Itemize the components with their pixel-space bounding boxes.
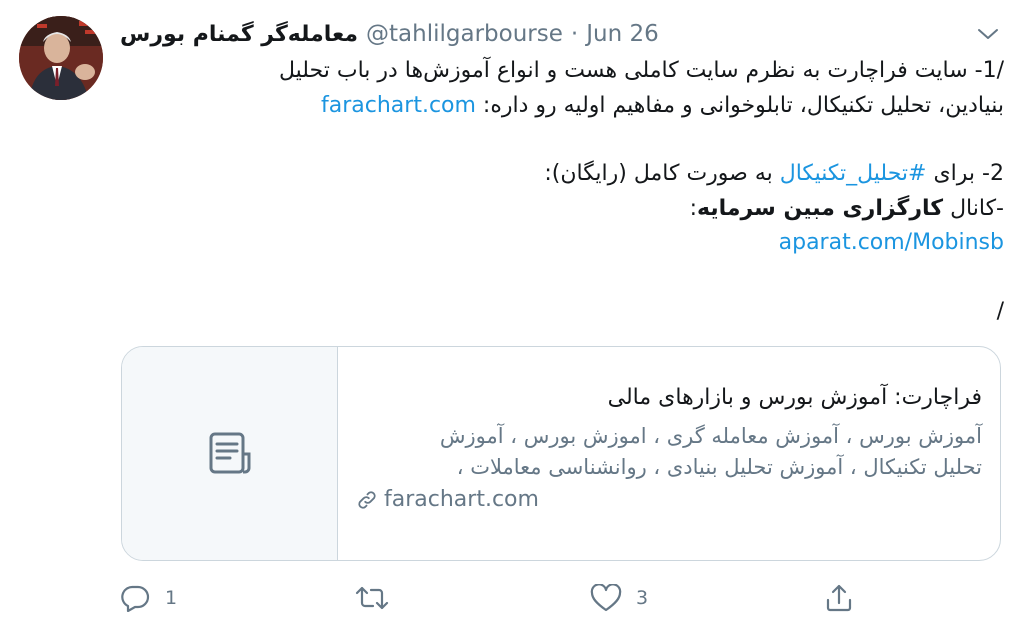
tweet-line: /	[996, 298, 1004, 324]
tweet-line-text: -کانال	[943, 195, 1004, 221]
tweet-line-text: 2- برای	[926, 161, 1004, 186]
document-icon	[209, 432, 250, 473]
tweet-line-text: بنیادین، تحلیل تکنیکال، تابلوخوانی و مفا…	[475, 92, 1004, 118]
author-display-name[interactable]: معامله‌گر گمنام بورس	[120, 22, 358, 47]
hashtag-link[interactable]: #تحلیل_تکنیکال	[780, 161, 927, 186]
reply-icon	[121, 585, 150, 612]
bold-text: کارگزاری مبین سرمایه	[697, 195, 944, 221]
card-description: آموزش بورس ، آموزش معامله گری ، اموزش بو…	[356, 421, 982, 483]
action-bar: 1 3	[0, 580, 1024, 616]
aparat-link[interactable]: aparat.com/Mobinsb	[779, 230, 1004, 255]
tweet-text: /1- سایت فراچارت به نظرم سایت کاملی هست …	[120, 54, 1004, 329]
tweet-line: aparat.com/Mobinsb	[120, 226, 1004, 261]
card-description-line: آموزش بورس ، آموزش معامله گری ، اموزش بو…	[439, 424, 982, 448]
card-media	[122, 347, 338, 560]
card-text: فراچارت: آموزش بورس و بازارهای مالی آموز…	[338, 347, 1000, 560]
reply-count: 1	[165, 587, 178, 609]
tweet-line: -کانال کارگزاری مبین سرمایه:	[120, 192, 1004, 227]
share-icon	[826, 584, 852, 612]
author-handle[interactable]: @tahlilgarbourse	[366, 21, 563, 47]
reply-button[interactable]: 1	[121, 580, 177, 616]
tweet: معامله‌گر گمنام بورس @tahlilgarbourse · Ju…	[0, 0, 1024, 634]
card-domain-text: farachart.com	[384, 487, 539, 512]
farachart-link[interactable]: farachart.com	[321, 93, 476, 118]
tweet-date[interactable]: Jun 26	[586, 21, 659, 47]
like-button[interactable]: 3	[590, 580, 648, 616]
heart-icon	[590, 584, 622, 612]
tweet-line: 2- برای #تحلیل_تکنیکال به صورت کامل (رای…	[120, 157, 1004, 192]
link-icon	[358, 491, 376, 509]
tweet-line: /1- سایت فراچارت به نظرم سایت کاملی هست …	[278, 58, 1004, 83]
tweet-header: معامله‌گر گمنام بورس @tahlilgarbourse · Ju…	[120, 18, 659, 50]
tweet-line-text: به صورت کامل (رایگان):	[544, 161, 780, 186]
tweet-line: بنیادین، تحلیل تکنیکال، تابلوخوانی و مفا…	[120, 89, 1004, 124]
card-title: فراچارت: آموزش بورس و بازارهای مالی	[607, 385, 982, 410]
chevron-down-icon[interactable]	[972, 20, 1004, 48]
share-button[interactable]	[824, 580, 854, 616]
link-preview-card[interactable]: فراچارت: آموزش بورس و بازارهای مالی آموز…	[121, 346, 1001, 561]
avatar[interactable]	[19, 16, 103, 100]
header-separator: ·	[570, 21, 579, 47]
card-domain: farachart.com	[356, 485, 982, 515]
retweet-button[interactable]	[355, 580, 403, 616]
tweet-line-text: :	[689, 195, 697, 221]
like-count: 3	[636, 587, 649, 609]
card-description-line: تحلیل تکنیکال ، آموزش تحلیل بنیادی ، روا…	[456, 455, 982, 479]
retweet-icon	[355, 586, 389, 610]
